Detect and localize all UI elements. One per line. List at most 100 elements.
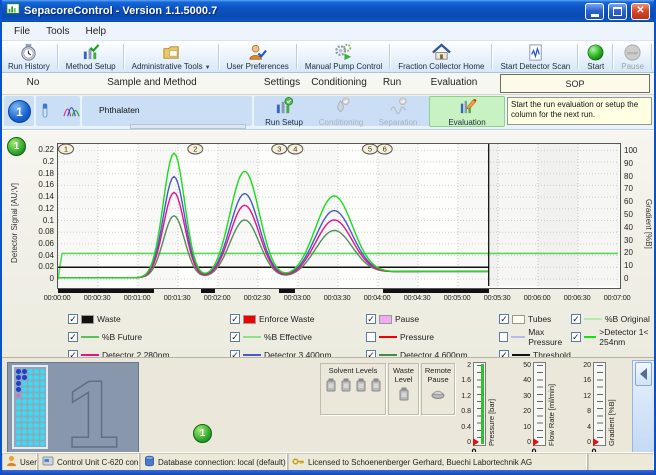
toolbar-manual-pump-control-button[interactable]: Manual Pump Control (299, 41, 388, 72)
sop-button[interactable]: SOP (500, 74, 650, 93)
legend-checkbox[interactable]: ✓ (499, 314, 509, 324)
rack-tube (28, 411, 33, 416)
toolbar-fraction-collector-home-button[interactable]: Fraction Collector Home (392, 41, 490, 72)
toolbar-run-history-button[interactable]: Run History (2, 41, 56, 72)
rack-tube (28, 423, 33, 428)
x-axis-tick: 00:05:00 (435, 293, 479, 302)
legend-checkbox[interactable]: ✓ (230, 332, 240, 342)
maximize-button[interactable] (608, 3, 627, 20)
key-icon (292, 456, 305, 469)
steps-header: No Sample and Method SOP SettingsConditi… (2, 73, 654, 95)
rack-tube (28, 399, 33, 404)
toolbar-button-label: Fraction Collector Home (398, 62, 484, 71)
status-segment-3: Licensed to Schoenenberger Gerhard, Buec… (288, 453, 588, 471)
close-button[interactable]: ✕ (631, 3, 650, 20)
queue-mini-scrollbar[interactable] (130, 124, 246, 129)
rack-tube (16, 417, 21, 422)
toolbar-method-setup-button[interactable]: Method Setup (60, 41, 122, 72)
step-button-label: Run Setup (265, 118, 303, 127)
legend-color-swatch (81, 354, 99, 356)
chromatogram-plot[interactable]: 123456 (57, 143, 621, 289)
dropdown-arrow-icon: ▼ (205, 65, 211, 71)
legend-checkbox[interactable]: ✓ (366, 314, 376, 324)
application-window: SepacoreControl - Version 1.1.5000.7 ✕ F… (0, 0, 656, 475)
chevron-left-icon (640, 368, 647, 380)
gauge-tick-label: 10 (523, 424, 531, 431)
legend-checkbox[interactable]: ✓ (68, 332, 78, 342)
home-icon (432, 43, 451, 62)
toolbar-separator (577, 44, 579, 69)
legend-color-swatch (379, 336, 397, 338)
legend-color-swatch (243, 354, 261, 356)
toolbar-start-button[interactable]: Start (580, 41, 611, 72)
svg-text:2: 2 (193, 145, 197, 154)
y-axis-tick: 0 (22, 274, 54, 283)
minimize-button[interactable] (585, 3, 604, 20)
rack-tube (28, 405, 33, 410)
legend-checkbox[interactable] (366, 332, 376, 342)
legend-item--b-original: ✓ %B Original (571, 314, 654, 324)
gauge-scale (473, 362, 486, 446)
toolbar-user-preferences-button[interactable]: User Preferences (221, 41, 295, 72)
step-separation-button: Separation (370, 96, 426, 127)
rack-tube (16, 375, 21, 380)
admin-tools-icon (162, 43, 181, 62)
rack-tube (28, 381, 33, 386)
rack-tube (34, 417, 39, 422)
menu-help[interactable]: Help (77, 25, 114, 38)
rack-tube (40, 417, 45, 422)
gauge-pointer-icon (533, 438, 539, 446)
gauge-tick-label: 0 (527, 439, 531, 446)
column-header-evaluation: Evaluation (431, 77, 478, 88)
status-text: Control Unit C-620 connected (57, 458, 140, 467)
sop-label: SOP (565, 79, 584, 89)
legend-label: %B Original (605, 314, 650, 324)
legend-color-swatch (243, 336, 261, 338)
gauge-tick-label: 4 (587, 424, 591, 431)
bottle-icon (325, 378, 337, 394)
right-axis-tick: 90 (624, 159, 644, 168)
step-conditioning-button: Conditioning (314, 96, 368, 127)
legend-item-enforce-waste: ✓Enforce Waste (230, 314, 366, 324)
toolbar-start-detector-scan-button[interactable]: Start Detector Scan (494, 41, 576, 72)
legend-label: %B Effective (264, 332, 312, 342)
menu-tools[interactable]: Tools (38, 25, 77, 38)
close-icon: ✕ (636, 6, 644, 16)
legend-checkbox[interactable]: ✓ (230, 314, 240, 324)
x-axis-tick: 00:02:00 (195, 293, 239, 302)
step-button-label: Conditioning (319, 118, 363, 127)
bottle-icon (398, 387, 410, 403)
method-setup-icon (81, 43, 100, 62)
menu-file[interactable]: File (6, 25, 38, 38)
gauge-label: Pressure [bar] (487, 362, 496, 446)
fraction-rack-view[interactable]: + 1 (7, 362, 139, 453)
minimize-icon (591, 14, 599, 17)
rack-tube (34, 405, 39, 410)
legend-checkbox[interactable] (499, 332, 508, 342)
legend-item-pause: ✓Pause (366, 314, 499, 324)
sample-queue-row[interactable]: 1 Phthalaten Run SetupConditioningSepara… (2, 95, 654, 130)
legend-checkbox[interactable]: ✓ (571, 332, 581, 342)
legend-checkbox[interactable]: ✓ (571, 314, 581, 324)
gauge-tick-label: 1.2 (461, 393, 471, 400)
collapse-panel-button[interactable] (635, 362, 652, 386)
toolbar-separator (218, 44, 220, 69)
hint-box: Start the run evaluation or setup the co… (507, 97, 652, 125)
step-run-setup-button[interactable]: Run Setup (257, 96, 311, 127)
legend-label: Tubes (528, 314, 551, 324)
right-axis-tick: 20 (624, 248, 644, 257)
toolbar-administrative-tools-button[interactable]: Administrative Tools▼ (126, 41, 217, 72)
column-header-no: No (27, 77, 40, 88)
gauge-tick-label: 0.4 (461, 424, 471, 431)
legend-checkbox[interactable]: ✓ (68, 314, 78, 324)
toolbar-separator (612, 44, 614, 69)
x-axis-tick: 00:00:30 (75, 293, 119, 302)
waste-interval-bar (383, 289, 488, 293)
step-evaluation-button[interactable]: Evaluation (429, 96, 505, 127)
start-icon (586, 43, 605, 62)
column-header-sample: Sample and Method (107, 77, 197, 88)
svg-text:STOP: STOP (627, 50, 638, 55)
status-segment-0: User: (2, 453, 38, 471)
legend-color-swatch (379, 315, 392, 324)
gauge-label: Flow Rate [ml/min] (547, 362, 556, 446)
